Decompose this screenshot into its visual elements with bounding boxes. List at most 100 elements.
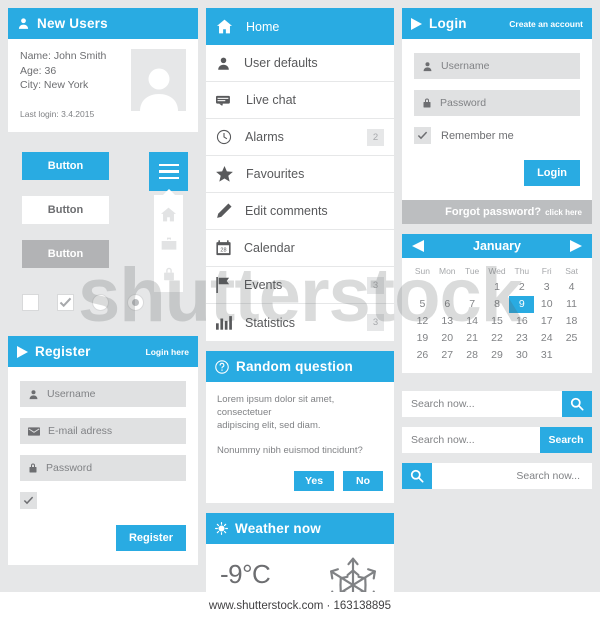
calendar-cell[interactable]: 30: [509, 347, 534, 364]
calendar-cell[interactable]: 26: [410, 347, 435, 364]
new-users-body: Name: John Smith Age: 36 City: New York …: [8, 39, 198, 132]
random-question-card: Random question Lorem ipsum dolor sit am…: [206, 351, 394, 503]
calendar-cell[interactable]: 8: [485, 296, 510, 313]
button-stack: Button Button Button: [22, 152, 109, 268]
calendar-cell[interactable]: 10: [534, 296, 559, 313]
search-input[interactable]: Search now...: [402, 391, 562, 417]
login-username-field[interactable]: Username: [414, 53, 580, 79]
calendar-cell[interactable]: 2: [509, 279, 534, 296]
calendar-icon: 28: [216, 240, 231, 256]
calendar-cell[interactable]: 20: [435, 330, 460, 347]
remember-me-row: Remember me: [414, 127, 580, 144]
avatar: [131, 49, 186, 111]
weather-title: Weather now: [235, 521, 321, 536]
calendar-cell[interactable]: 14: [460, 313, 485, 330]
calendar-cell[interactable]: 23: [509, 330, 534, 347]
triangle-left-icon[interactable]: [412, 240, 424, 252]
primary-button[interactable]: Button: [22, 152, 109, 180]
calendar-cell[interactable]: 4: [559, 279, 584, 296]
calendar-cell[interactable]: 17: [534, 313, 559, 330]
calendar-cell-selected[interactable]: 9: [509, 296, 535, 313]
random-question-yes-button[interactable]: Yes: [294, 471, 334, 491]
hamburger-bar: [158, 163, 179, 167]
menu-item-live-chat[interactable]: Live chat: [206, 82, 394, 119]
briefcase-icon[interactable]: [161, 237, 177, 251]
calendar-cell[interactable]: 24: [534, 330, 559, 347]
column-right: Login Create an account Username Passwor…: [402, 8, 592, 489]
home-icon[interactable]: [160, 207, 177, 222]
calendar-cell[interactable]: 22: [485, 330, 510, 347]
calendar-cell[interactable]: 15: [485, 313, 510, 330]
forgot-password-bar[interactable]: Forgot password? click here: [402, 200, 592, 224]
search-button[interactable]: [562, 391, 592, 417]
new-users-title: New Users: [37, 16, 108, 31]
triangle-right-icon[interactable]: [569, 240, 582, 252]
menu-item-edit-comments[interactable]: Edit comments: [206, 193, 394, 230]
register-login-link[interactable]: Login here: [146, 347, 189, 357]
secondary-button[interactable]: Button: [22, 196, 109, 224]
calendar-cell[interactable]: 13: [435, 313, 460, 330]
checkbox-empty-icon[interactable]: [22, 294, 39, 311]
login-create-account-link[interactable]: Create an account: [509, 19, 583, 29]
radio-empty-icon[interactable]: [92, 294, 109, 311]
menu-item-user-defaults[interactable]: User defaults: [206, 45, 394, 82]
calendar-dow: Wed: [488, 266, 506, 276]
menu-label-home: Home: [246, 19, 280, 34]
radio-selected-icon[interactable]: [127, 294, 144, 311]
calendar-cell[interactable]: 31: [534, 347, 559, 364]
forgot-password-link[interactable]: click here: [545, 208, 582, 217]
login-password-field[interactable]: Password: [414, 90, 580, 116]
calendar-cell[interactable]: 7: [460, 296, 485, 313]
menu-item-calendar[interactable]: 28 Calendar: [206, 230, 394, 267]
register-header: Register Login here: [8, 336, 198, 367]
hamburger-dropdown-panel: [154, 189, 183, 292]
calendar-cell[interactable]: 19: [410, 330, 435, 347]
register-submit-button[interactable]: Register: [115, 525, 186, 551]
calendar-cell[interactable]: 6: [435, 296, 460, 313]
calendar-cell[interactable]: 1: [485, 279, 510, 296]
calendar-cell[interactable]: 12: [410, 313, 435, 330]
register-username-field[interactable]: Username: [20, 381, 186, 407]
menu-item-statistics[interactable]: Statistics 3: [206, 304, 394, 341]
random-question-prompt: Nonummy nibh euismod tincidunt?: [217, 445, 363, 456]
calendar-cell[interactable]: 11: [559, 296, 584, 313]
disabled-button[interactable]: Button: [22, 240, 109, 268]
search-button[interactable]: Search: [540, 427, 592, 453]
register-terms-checkbox[interactable]: [20, 492, 37, 509]
calendar-dow: Sun: [414, 266, 430, 276]
calendar-cell[interactable]: 21: [460, 330, 485, 347]
search-button[interactable]: [402, 463, 432, 489]
search-input[interactable]: Search now...: [402, 427, 540, 453]
remember-me-checkbox[interactable]: [414, 127, 431, 144]
menu-label-alarms: Alarms: [245, 130, 284, 144]
calendar-cell[interactable]: 29: [485, 347, 510, 364]
calendar-cell[interactable]: 27: [435, 347, 460, 364]
register-form: Username E-mail adress Password Register: [8, 367, 198, 565]
user-icon: [216, 56, 231, 71]
register-email-placeholder: E-mail adress: [48, 425, 113, 437]
random-question-no-button[interactable]: No: [343, 471, 383, 491]
pencil-icon: [216, 203, 232, 219]
login-submit-button[interactable]: Login: [524, 160, 580, 186]
calendar-cell[interactable]: 5: [410, 296, 435, 313]
menu-item-favourites[interactable]: Favourites: [206, 156, 394, 193]
menu-item-home[interactable]: Home: [206, 8, 394, 45]
register-email-field[interactable]: E-mail adress: [20, 418, 186, 444]
calendar-cell[interactable]: 3: [534, 279, 559, 296]
random-question-header: Random question: [206, 351, 394, 382]
search-input[interactable]: Search now...: [432, 463, 592, 489]
calendar-cell[interactable]: 18: [559, 313, 584, 330]
star-icon: [216, 166, 233, 182]
checkbox-checked-icon[interactable]: [57, 294, 74, 311]
hamburger-menu-icon[interactable]: [149, 152, 188, 191]
new-users-card: New Users Name: John Smith Age: 36 City:…: [8, 8, 198, 132]
calendar-cell[interactable]: 28: [460, 347, 485, 364]
calendar-cell[interactable]: 16: [509, 313, 534, 330]
bar-chart-icon: [216, 315, 232, 330]
calendar-cell[interactable]: 25: [559, 330, 584, 347]
menu-label-statistics: Statistics: [245, 315, 296, 330]
register-password-field[interactable]: Password: [20, 455, 186, 481]
menu-item-events[interactable]: Events 3: [206, 267, 394, 304]
lock-icon[interactable]: [162, 266, 176, 282]
menu-item-alarms[interactable]: Alarms 2: [206, 119, 394, 156]
